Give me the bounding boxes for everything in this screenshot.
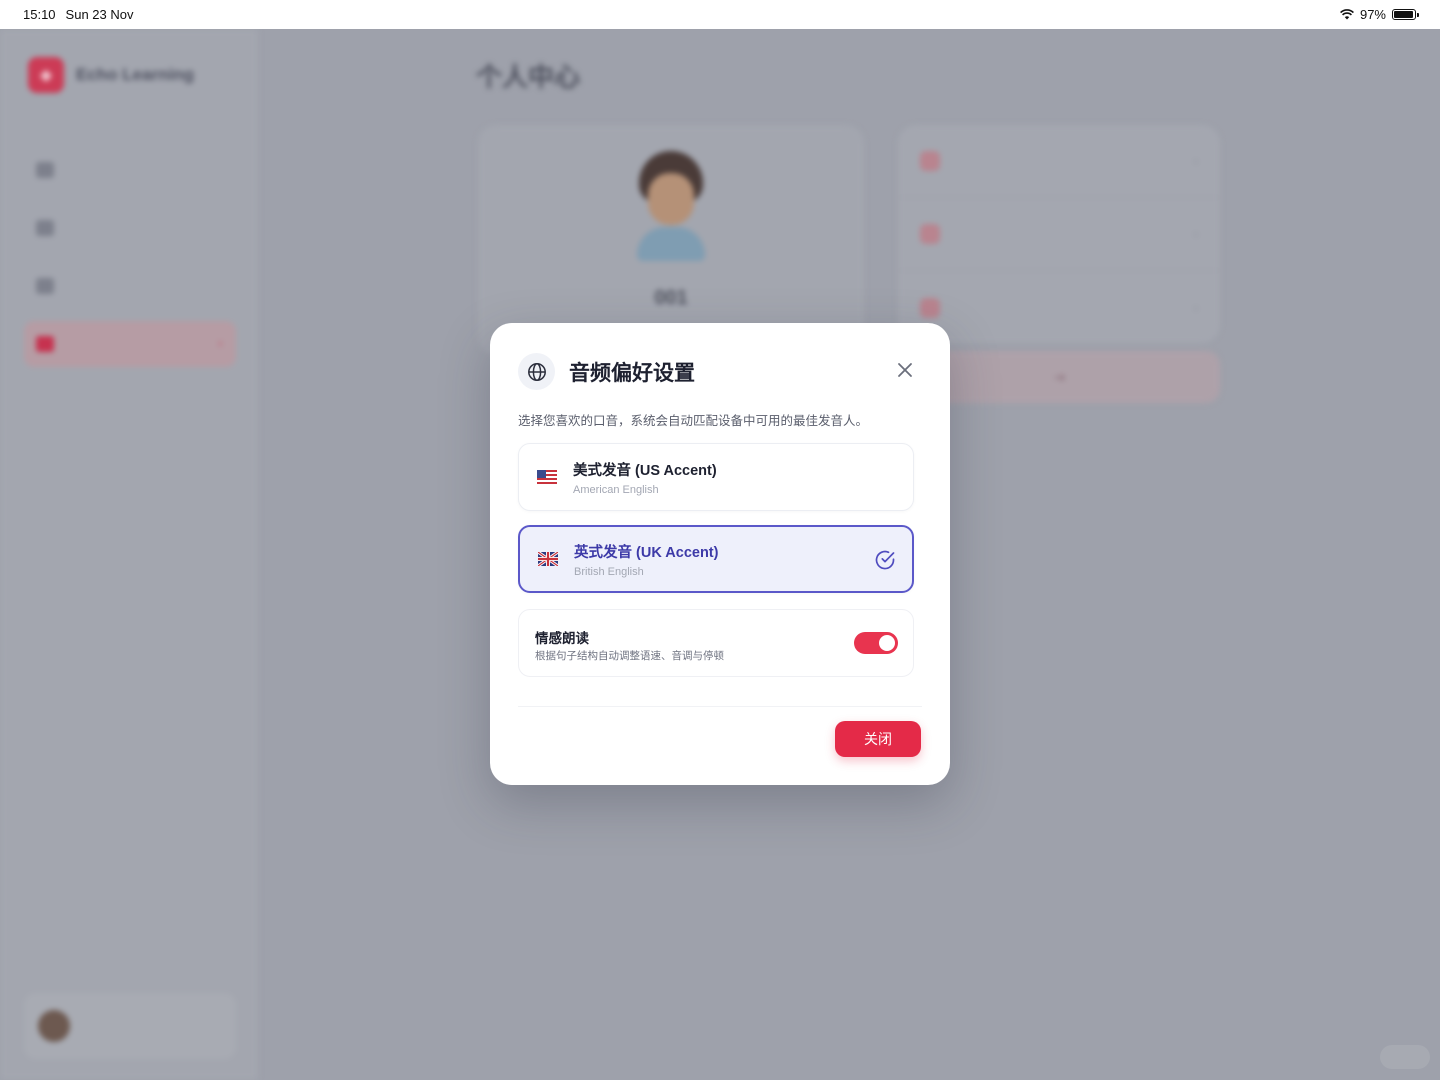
battery-icon	[1392, 9, 1419, 20]
sidebar: ◆ Echo Learning ›	[0, 29, 258, 1080]
status-date: Sun 23 Nov	[65, 7, 134, 22]
menu-item[interactable]: ›	[898, 198, 1220, 271]
menu-icon	[920, 151, 940, 171]
menu-item[interactable]: ›	[898, 125, 1220, 198]
wifi-icon	[1340, 9, 1354, 20]
close-button[interactable]: 关闭	[835, 721, 921, 757]
dialog-header: 音频偏好设置	[518, 353, 695, 390]
audio-preferences-dialog: 音频偏好设置 选择您喜欢的口音，系统会自动匹配设备中可用的最佳发音人。 美式发音…	[490, 323, 950, 785]
chevron-right-icon: ›	[1194, 300, 1198, 315]
dialog-description: 选择您喜欢的口音，系统会自动匹配设备中可用的最佳发音人。	[518, 414, 869, 428]
chevron-right-icon: ›	[1194, 227, 1198, 241]
option-sublabel: American English	[573, 483, 659, 496]
person-icon	[36, 336, 54, 352]
menu-icon	[920, 224, 940, 244]
emotion-title: 情感朗读	[535, 631, 589, 646]
check-circle-icon	[875, 550, 895, 570]
sidebar-item-profile[interactable]: ›	[24, 321, 236, 367]
profile-avatar	[635, 151, 707, 261]
uk-flag-icon	[538, 552, 558, 566]
sidebar-user-card[interactable]	[24, 993, 236, 1059]
emotion-toggle[interactable]	[854, 632, 898, 654]
emotional-reading-setting: 情感朗读 根据句子结构自动调整语速、音调与停顿	[518, 609, 914, 677]
status-bar: 15:10 Sun 23 Nov 97%	[0, 0, 1440, 29]
profile-name: 001	[654, 287, 688, 309]
us-flag-icon	[537, 470, 557, 484]
option-label: 美式发音 (US Accent)	[573, 462, 717, 479]
chevron-right-icon: ›	[218, 338, 222, 350]
brand-name: Echo Learning	[76, 65, 195, 84]
dialog-title: 音频偏好设置	[569, 361, 695, 385]
avatar	[38, 1010, 70, 1042]
profile-card: 001	[478, 125, 864, 355]
battery-fill	[1394, 11, 1414, 18]
option-sublabel: British English	[574, 565, 644, 578]
divider	[518, 706, 922, 707]
settings-menu-card: › › ›	[898, 125, 1220, 343]
battery-percent: 97%	[1359, 7, 1386, 22]
logout-icon: ⇥	[1053, 368, 1065, 385]
brand-logo: ◆ Echo Learning	[28, 57, 194, 93]
sidebar-nav: ›	[24, 147, 236, 379]
uk-accent-option[interactable]: 英式发音 (UK Accent) British English	[518, 525, 914, 593]
logo-icon: ◆	[28, 57, 64, 93]
menu-icon	[920, 297, 940, 318]
close-icon[interactable]	[896, 361, 914, 379]
nav-icon	[36, 220, 54, 236]
globe-icon	[518, 353, 555, 390]
sidebar-item-1[interactable]	[24, 147, 236, 193]
nav-icon	[36, 278, 54, 294]
page-title: 个人中心	[476, 62, 581, 92]
status-time: 15:10	[23, 7, 56, 22]
watermark	[1380, 1045, 1430, 1069]
emotion-subtitle: 根据句子结构自动调整语速、音调与停顿	[535, 650, 724, 662]
option-label: 英式发音 (UK Accent)	[574, 544, 719, 561]
chevron-right-icon: ›	[1194, 154, 1198, 168]
us-accent-option[interactable]: 美式发音 (US Accent) American English	[518, 443, 914, 511]
sidebar-item-3[interactable]	[24, 263, 236, 309]
sidebar-item-2[interactable]	[24, 205, 236, 251]
nav-icon	[36, 162, 54, 178]
toggle-knob	[879, 635, 895, 651]
